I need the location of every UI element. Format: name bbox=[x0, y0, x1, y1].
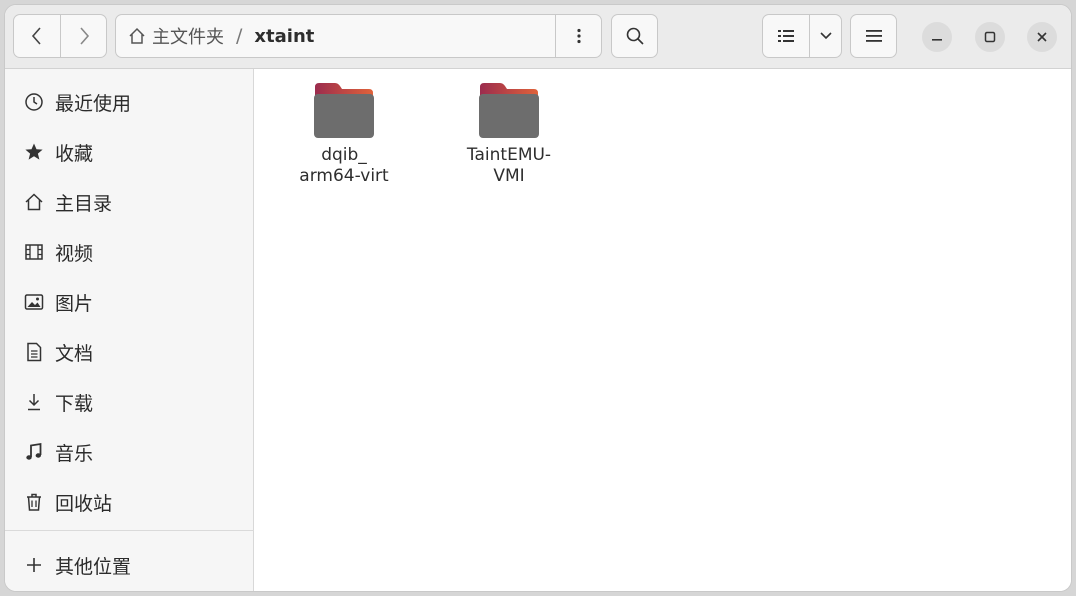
folder-name-line: VMI bbox=[493, 166, 525, 186]
sidebar-item-label: 音乐 bbox=[55, 442, 94, 465]
download-icon bbox=[23, 391, 45, 413]
breadcrumb-home[interactable]: 主文件夹 bbox=[116, 15, 224, 57]
sidebar-item-label: 收藏 bbox=[55, 142, 94, 165]
sidebar-item-music[interactable]: 音乐 bbox=[5, 429, 254, 475]
trash-icon bbox=[23, 491, 45, 513]
sidebar-item-label: 视频 bbox=[55, 242, 94, 265]
clock-icon bbox=[23, 91, 45, 113]
minimize-button[interactable] bbox=[922, 22, 952, 52]
home-icon bbox=[23, 191, 45, 213]
sidebar-item-label: 文档 bbox=[55, 342, 94, 365]
sidebar-divider bbox=[5, 530, 254, 531]
kebab-menu-icon bbox=[576, 28, 581, 44]
document-icon bbox=[23, 341, 45, 363]
file-manager-window: 主文件夹 / xtaint 最近使用 收藏 主目录 视频 图片 文档 下载 音乐… bbox=[4, 4, 1072, 592]
chevron-left-icon bbox=[31, 27, 41, 45]
folder-name-line: TaintEMU- bbox=[466, 145, 552, 165]
sidebar-item-label: 下载 bbox=[55, 392, 94, 415]
sidebar-item-label: 图片 bbox=[55, 292, 94, 315]
folder-name-line: dqib_ bbox=[321, 145, 367, 165]
folder-icon bbox=[314, 83, 374, 138]
search-icon bbox=[626, 27, 644, 45]
sidebar-item-recent[interactable]: 最近使用 bbox=[5, 79, 254, 125]
sidebar-item-trash[interactable]: 回收站 bbox=[5, 479, 254, 525]
picture-icon bbox=[23, 291, 45, 313]
sidebar-item-label: 其他位置 bbox=[55, 555, 132, 578]
sidebar-item-other-locations[interactable]: 其他位置 bbox=[5, 542, 254, 588]
sidebar-item-home[interactable]: 主目录 bbox=[5, 179, 254, 225]
path-bar: 主文件夹 / xtaint bbox=[115, 14, 602, 58]
breadcrumb-current[interactable]: xtaint bbox=[254, 26, 314, 47]
breadcrumb-home-label: 主文件夹 bbox=[152, 27, 224, 48]
maximize-button[interactable] bbox=[975, 22, 1005, 52]
sidebar-item-label: 主目录 bbox=[55, 192, 113, 215]
header-bar: 主文件夹 / xtaint bbox=[5, 5, 1071, 69]
folder-name: dqib_ arm64-virt bbox=[284, 145, 404, 187]
folder-item[interactable]: TaintEMU- VMI bbox=[449, 81, 569, 187]
minimize-icon bbox=[932, 39, 942, 41]
folder-item[interactable]: dqib_ arm64-virt bbox=[284, 81, 404, 187]
path-menu-button[interactable] bbox=[555, 14, 601, 58]
home-icon bbox=[129, 27, 145, 44]
folder-name: TaintEMU- VMI bbox=[449, 145, 569, 187]
search-button[interactable] bbox=[611, 14, 658, 58]
chevron-right-icon bbox=[79, 27, 89, 45]
back-button[interactable] bbox=[13, 14, 61, 58]
breadcrumb-separator: / bbox=[236, 25, 243, 47]
forward-button[interactable] bbox=[60, 14, 107, 58]
folder-name-line: arm64-virt bbox=[299, 166, 389, 186]
sidebar-item-downloads[interactable]: 下载 bbox=[5, 379, 254, 425]
film-icon bbox=[23, 241, 45, 263]
sidebar-item-label: 最近使用 bbox=[55, 92, 132, 115]
close-button[interactable] bbox=[1027, 22, 1057, 52]
list-view-icon bbox=[778, 30, 794, 42]
sidebar: 最近使用 收藏 主目录 视频 图片 文档 下载 音乐 回收站 其他位置 bbox=[5, 69, 254, 591]
sidebar-item-starred[interactable]: 收藏 bbox=[5, 129, 254, 175]
sidebar-item-label: 回收站 bbox=[55, 492, 113, 515]
hamburger-menu-icon bbox=[865, 30, 882, 42]
sidebar-item-videos[interactable]: 视频 bbox=[5, 229, 254, 275]
chevron-down-icon bbox=[819, 32, 832, 40]
main-menu-button[interactable] bbox=[850, 14, 897, 58]
close-icon bbox=[1037, 32, 1047, 42]
maximize-icon bbox=[984, 31, 996, 43]
music-icon bbox=[23, 441, 45, 463]
file-view: dqib_ arm64-virt TaintEMU- VMI bbox=[255, 69, 1071, 591]
sidebar-item-pictures[interactable]: 图片 bbox=[5, 279, 254, 325]
folder-icon bbox=[479, 83, 539, 138]
sidebar-item-documents[interactable]: 文档 bbox=[5, 329, 254, 375]
plus-icon bbox=[23, 554, 45, 576]
view-options-dropdown[interactable] bbox=[809, 14, 842, 58]
list-view-button[interactable] bbox=[762, 14, 810, 58]
star-icon bbox=[23, 141, 45, 163]
